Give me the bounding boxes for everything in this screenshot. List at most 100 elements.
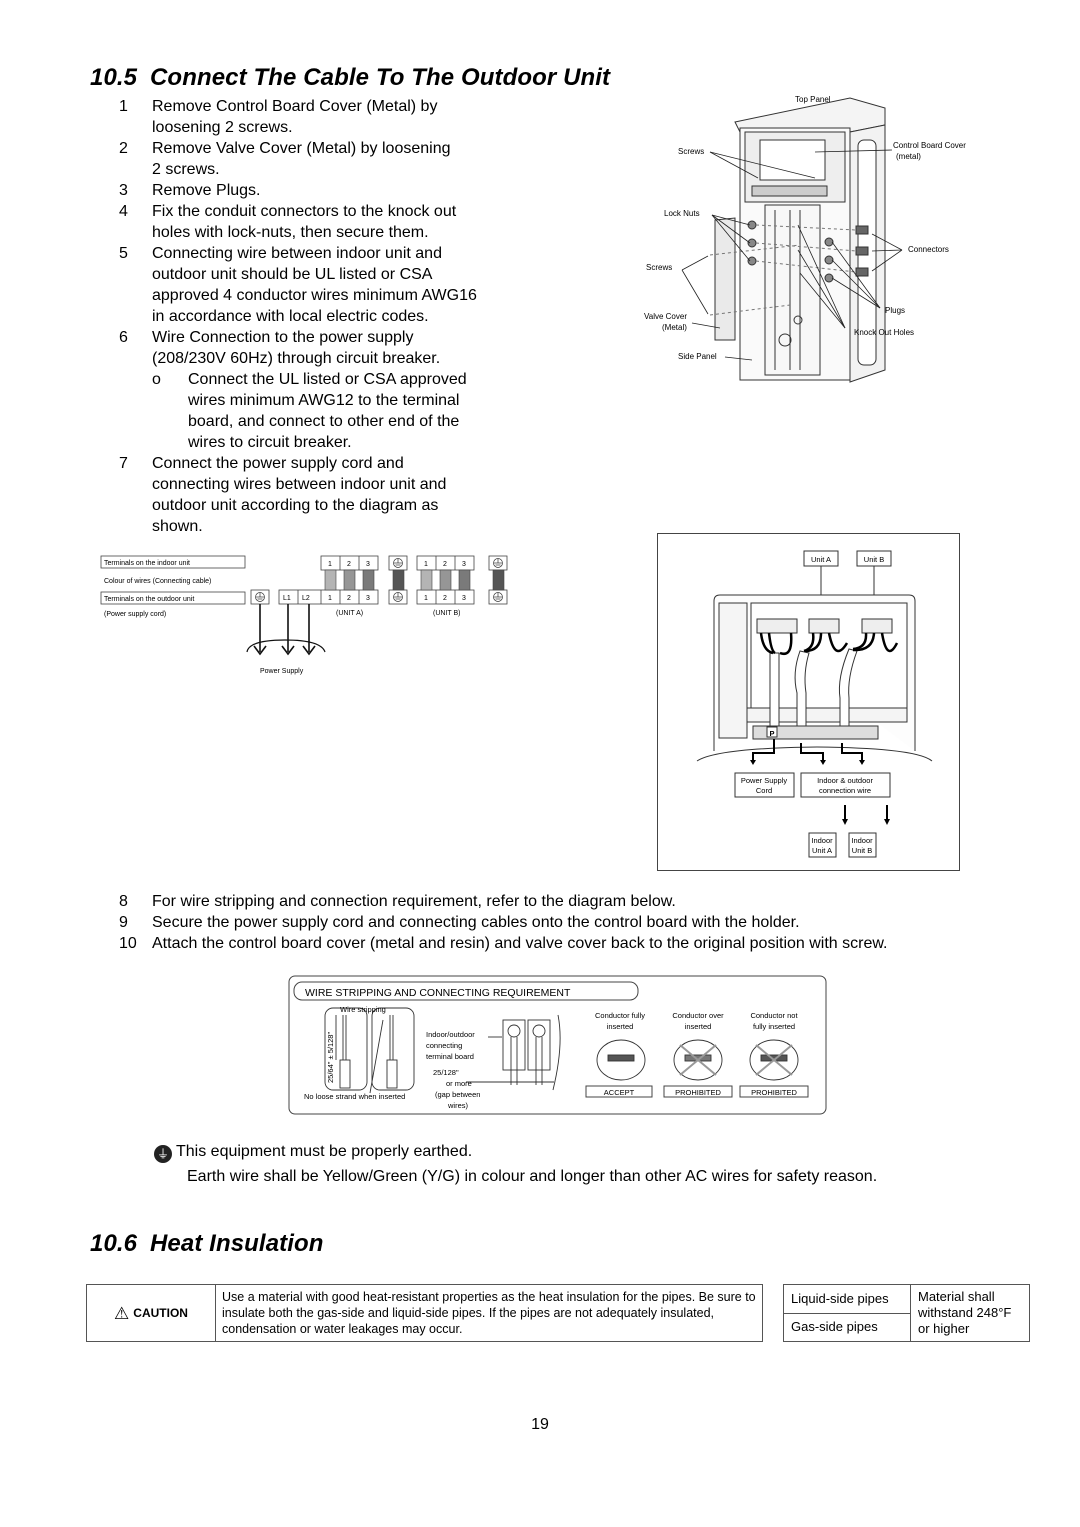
- terminal-label: 1: [328, 561, 332, 568]
- step-item: 8 For wire stripping and connection requi…: [119, 891, 1059, 912]
- step-item: 10 Attach the control board cover (metal …: [119, 933, 1059, 954]
- step-text: connecting wires between indoor unit and: [152, 476, 447, 493]
- step-text: Remove Plugs.: [152, 182, 261, 199]
- sub-step: o Connect the UL listed or CSA approved wi…: [152, 369, 539, 453]
- step-item: 1 Remove Control Board Cover (Metal) by lo…: [119, 96, 539, 138]
- terminal-board-label-1: Indoor/outdoor: [426, 1030, 475, 1039]
- earth-note: ⏚ This equipment must be properly earthed…: [154, 1141, 877, 1187]
- strip-length-label: 25/64" ± 5/128": [326, 1032, 335, 1083]
- step-item: 7 Connect the power supply cord and connec…: [119, 453, 539, 537]
- step-text: wires to circuit breaker.: [188, 434, 352, 451]
- wire-color-bar: [362, 569, 375, 591]
- indoor-a-label-2: Unit A: [812, 846, 832, 855]
- earth-note-line1: This equipment must be properly earthed.: [176, 1143, 473, 1160]
- label-knock-out-holes: Knock Out Holes: [854, 328, 914, 337]
- wire-color-bars: [324, 569, 505, 591]
- section-title: Heat Insulation: [150, 1230, 324, 1257]
- label-connectors: Connectors: [908, 245, 949, 254]
- step-item: 6 Wire Connection to the power supply (208…: [119, 327, 539, 453]
- earth-note-line2: Earth wire shall be Yellow/Green (Y/G) i…: [187, 1168, 878, 1185]
- indoor-b-label-2: Unit B: [852, 846, 872, 855]
- pipe-requirement-table: Liquid-side pipes Material shall withsta…: [783, 1284, 1030, 1342]
- step-text: approved 4 conductor wires minimum AWG16: [152, 287, 477, 304]
- step-text: Connecting wire between indoor unit and: [152, 245, 442, 262]
- terminal-label: 3: [366, 561, 370, 568]
- step-text: Connect the power supply cord and: [152, 455, 404, 472]
- terminal-label: 3: [462, 595, 466, 602]
- step-number: 7: [119, 455, 128, 472]
- unit-b-label: (UNIT B): [433, 610, 460, 617]
- connection-wire-label-2: connection wire: [819, 786, 871, 795]
- step-number: 8: [119, 893, 128, 910]
- wire-color-bar: [439, 569, 452, 591]
- terminal-label: 1: [328, 595, 332, 602]
- gap-label-3: (gap between: [435, 1090, 480, 1099]
- step-text: board, and connect to other end of the: [188, 413, 460, 430]
- label-valve-cover: Valve Cover: [644, 312, 687, 321]
- verdict-accept: ACCEPT: [604, 1088, 635, 1097]
- step-item: 9 Secure the power supply cord and connec…: [119, 912, 1059, 933]
- step-number: 2: [119, 140, 128, 157]
- row-outdoor-label: Terminals on the outdoor unit: [104, 596, 194, 603]
- step-text: shown.: [152, 518, 203, 535]
- row-indoor-label: Terminals on the indoor unit: [104, 560, 190, 567]
- terminal-board-label-3: terminal board: [426, 1052, 474, 1061]
- wire-color-bar: [324, 569, 337, 591]
- caution-label-cell: ⚠ CAUTION: [86, 1284, 216, 1342]
- step-text: outdoor unit according to the diagram as: [152, 497, 439, 514]
- label-control-board-cover-metal: (metal): [896, 152, 921, 161]
- terminal-label: 1: [424, 561, 428, 568]
- row-colour-label: Colour of wires (Connecting cable): [104, 578, 211, 585]
- step-number: 10: [119, 935, 137, 952]
- step-text: For wire stripping and connection requir…: [152, 893, 676, 910]
- step-item: 5 Connecting wire between indoor unit and…: [119, 243, 539, 327]
- connection-wire-label-1: Indoor & outdoor: [817, 776, 873, 785]
- caution-label: CAUTION: [133, 1305, 188, 1320]
- row-power-label: (Power supply cord): [104, 611, 166, 618]
- gap-label-1: 25/128": [433, 1068, 459, 1077]
- terminal-board-label-2: connecting: [426, 1041, 462, 1050]
- label-screws-side: Screws: [646, 263, 672, 272]
- control-board-figure: Unit A Unit B P Power Supply Cord Indoor…: [657, 533, 960, 871]
- label-side-panel: Side Panel: [678, 352, 717, 361]
- indoor-a-label-1: Indoor: [811, 836, 833, 845]
- section-title: Connect The Cable To The Outdoor Unit: [150, 64, 611, 91]
- label-top-panel: Top Panel: [795, 95, 831, 104]
- step-text: 2 screws.: [152, 161, 220, 178]
- terminal-wiring-figure: Terminals on the indoor unit Colour of w…: [100, 555, 508, 675]
- step-text: outdoor unit should be UL listed or CSA: [152, 266, 433, 283]
- step-item: 3 Remove Plugs.: [119, 180, 539, 201]
- step-number: 4: [119, 203, 128, 220]
- power-cord-label-1: Power Supply: [741, 776, 788, 785]
- terminal-label: L2: [302, 595, 310, 602]
- step-text: Fix the conduit connectors to the knock …: [152, 203, 457, 220]
- caution-text: Use a material with good heat-resistant …: [215, 1284, 763, 1342]
- liquid-side-pipes: Liquid-side pipes: [783, 1284, 911, 1314]
- label-screws-top: Screws: [678, 147, 704, 156]
- power-cord-label-2: Cord: [756, 786, 772, 795]
- sub-bullet: o: [152, 371, 161, 388]
- step-text: Wire Connection to the power supply: [152, 329, 414, 346]
- label-plugs: Plugs: [885, 306, 905, 315]
- step-item: 4 Fix the conduit connectors to the knock…: [119, 201, 539, 243]
- step-number: 5: [119, 245, 128, 262]
- section-heading-10-5: 10.5 Connect The Cable To The Outdoor Uni…: [90, 64, 610, 92]
- pipe-requirement: Material shall withstand 248°F or higher: [910, 1284, 1030, 1342]
- power-supply-label: Power Supply: [260, 668, 304, 675]
- case-title: inserted: [685, 1022, 712, 1031]
- gas-side-pipes: Gas-side pipes: [783, 1312, 911, 1342]
- outdoor-unit-figure: Top Panel Screws Control Board Cover (me…: [644, 95, 966, 383]
- case-title: inserted: [607, 1022, 634, 1031]
- unit-a-tag: Unit A: [811, 555, 831, 564]
- section-number: 10.6: [90, 1230, 138, 1257]
- section-number: 10.5: [90, 64, 138, 91]
- caution-table: ⚠ CAUTION Use a material with good heat-r…: [86, 1284, 763, 1342]
- wire-stripping-figure: WIRE STRIPPING AND CONNECTING REQUIREMEN…: [288, 975, 827, 1115]
- wire-color-bar: [420, 569, 433, 591]
- page-number: 19: [531, 1416, 549, 1433]
- wire-color-bar: [343, 569, 356, 591]
- unit-b-tag: Unit B: [864, 555, 884, 564]
- step-text: Attach the control board cover (metal an…: [152, 935, 888, 952]
- no-loose-strand-label: No loose strand when inserted: [304, 1092, 405, 1101]
- earth-icon: ⏚: [154, 1145, 172, 1163]
